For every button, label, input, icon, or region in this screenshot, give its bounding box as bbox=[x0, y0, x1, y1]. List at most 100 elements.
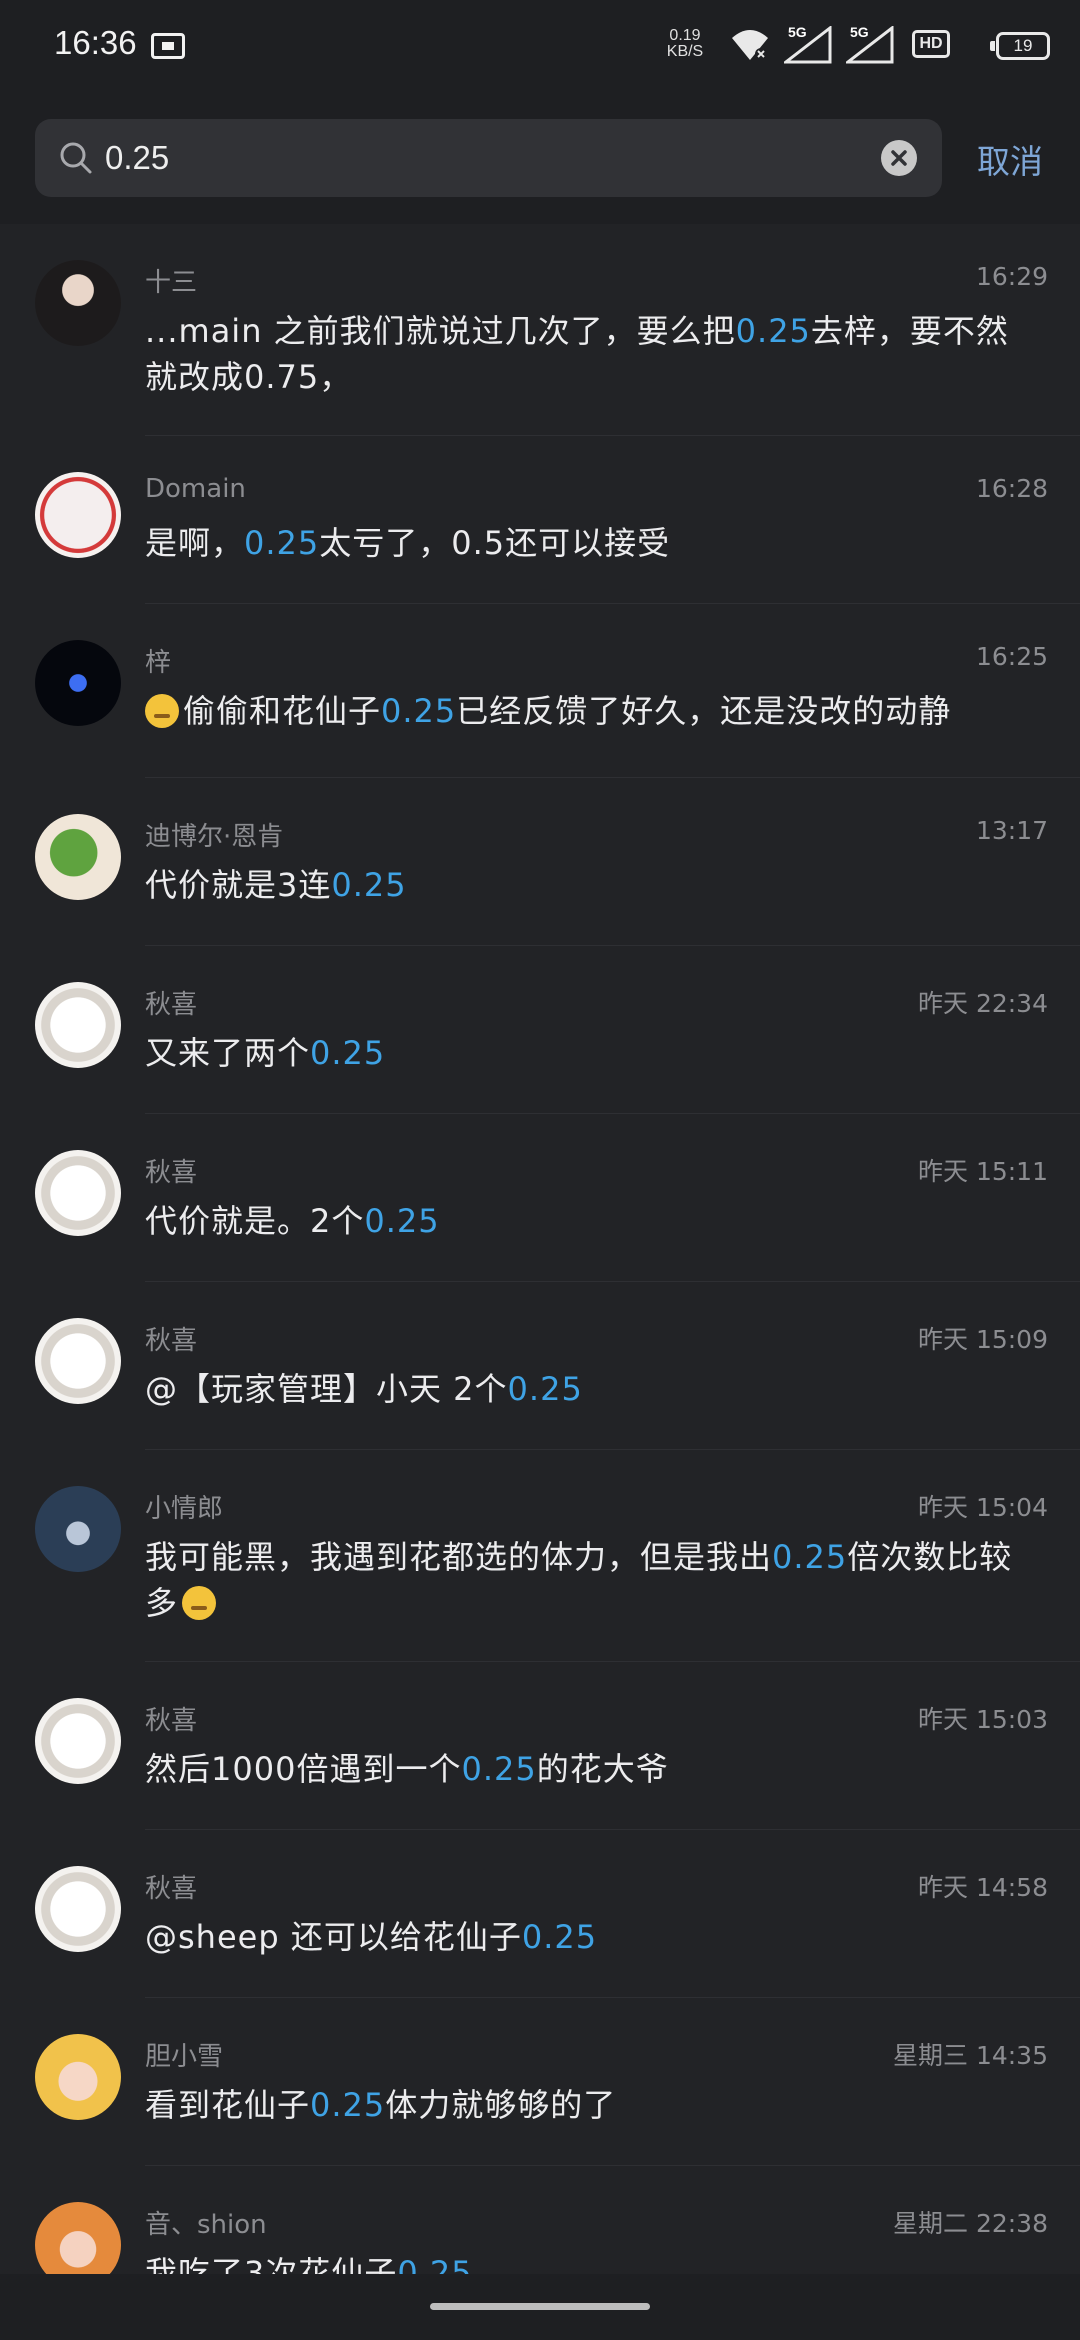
search-input[interactable] bbox=[105, 119, 885, 197]
message-text-before: 代价就是3连 bbox=[145, 866, 332, 904]
girl-avatar[interactable] bbox=[35, 260, 121, 346]
search-highlight: 0.25 bbox=[772, 1538, 848, 1576]
message-text-after: 太亏了，0.5还可以接受 bbox=[319, 524, 671, 562]
message-text: 代价就是3连0.25 bbox=[145, 862, 1040, 908]
search-highlight: 0.25 bbox=[331, 866, 407, 904]
sheep-avatar[interactable] bbox=[35, 1150, 121, 1236]
result-item[interactable]: 秋喜 昨天 15:11 代价就是。2个0.25 bbox=[0, 1114, 1080, 1282]
sender-name: 秋喜 bbox=[145, 1874, 198, 1904]
message-text: 然后1000倍遇到一个0.25的花大爷 bbox=[145, 1746, 1040, 1792]
search-highlight: 0.25 bbox=[310, 1034, 386, 1072]
sender-name: 音、shion bbox=[145, 2210, 267, 2240]
sender-name: 胆小雪 bbox=[145, 2042, 224, 2072]
message-text: @sheep 还可以给花仙子0.25 bbox=[145, 1914, 1040, 1960]
message-text-before: 偷偷和花仙子 bbox=[183, 692, 382, 730]
search-highlight: 0.25 bbox=[461, 1750, 537, 1788]
motorcycle-avatar[interactable] bbox=[35, 1486, 121, 1572]
search-icon bbox=[60, 142, 92, 174]
message-time: 16:29 bbox=[975, 262, 1048, 291]
message-text: 代价就是。2个0.25 bbox=[145, 1198, 1040, 1244]
sender-name: 迪博尔·恩肯 bbox=[145, 822, 284, 852]
sheep-avatar[interactable] bbox=[35, 982, 121, 1068]
search-highlight: 0.25 bbox=[244, 524, 320, 562]
notification-icon bbox=[151, 33, 185, 59]
message-text-before: 看到花仙子 bbox=[145, 2086, 311, 2124]
signal-2-label: 5G bbox=[850, 24, 869, 40]
message-text-after: 已经反馈了好久，还是没改的动静 bbox=[456, 692, 952, 730]
result-item[interactable]: 秋喜 昨天 22:34 又来了两个0.25 bbox=[0, 946, 1080, 1114]
status-icons: 0.19 KB/S 5G 5G HD 19 bbox=[550, 20, 1050, 70]
planet-avatar[interactable] bbox=[35, 640, 121, 726]
search-highlight: 0.25 bbox=[381, 692, 457, 730]
sender-name: 秋喜 bbox=[145, 1158, 198, 1188]
sender-name: 秋喜 bbox=[145, 990, 198, 1020]
signal-icon-2: 5G bbox=[846, 24, 894, 64]
result-item[interactable]: Domain 16:28 是啊，0.25太亏了，0.5还可以接受 bbox=[0, 436, 1080, 604]
sender-name: 小情郎 bbox=[145, 1494, 224, 1524]
sender-name: 十三 bbox=[145, 268, 198, 298]
message-time: 星期二 22:38 bbox=[893, 2209, 1048, 2238]
hd-icon: HD bbox=[912, 30, 950, 58]
message-time: 昨天 22:34 bbox=[918, 989, 1048, 1018]
clear-icon[interactable] bbox=[881, 140, 917, 176]
net-speed: 0.19 KB/S bbox=[655, 28, 715, 60]
message-time: 16:28 bbox=[975, 474, 1048, 503]
status-bar: 16:36 0.19 KB/S 5G 5G HD 19 bbox=[0, 0, 1080, 96]
result-item[interactable]: 秋喜 昨天 14:58 @sheep 还可以给花仙子0.25 bbox=[0, 1830, 1080, 1998]
result-item[interactable]: 十三 16:29 ...main 之前我们就说过几次了，要么把0.25去梓，要不然就… bbox=[0, 224, 1080, 436]
net-speed-value: 0.19 bbox=[669, 27, 701, 44]
message-time: 昨天 15:11 bbox=[918, 1157, 1048, 1186]
wifi-icon bbox=[732, 30, 768, 60]
cancel-button[interactable]: 取消 bbox=[977, 135, 1043, 183]
result-item[interactable]: 胆小雪 星期三 14:35 看到花仙子0.25体力就够够的了 bbox=[0, 1998, 1080, 2166]
search-highlight: 0.25 bbox=[310, 2086, 386, 2124]
search-bar: 取消 bbox=[0, 96, 1080, 224]
search-highlight: 0.25 bbox=[507, 1370, 583, 1408]
message-text: 是啊，0.25太亏了，0.5还可以接受 bbox=[145, 520, 1040, 566]
sheep-avatar[interactable] bbox=[35, 1866, 121, 1952]
message-text-before: @【玩家管理】小天 2个 bbox=[145, 1370, 508, 1408]
message-text-before: 是啊， bbox=[145, 524, 245, 562]
result-item[interactable]: 梓 16:25 偷偷和花仙子0.25已经反馈了好久，还是没改的动静 bbox=[0, 604, 1080, 778]
white-hair-avatar[interactable] bbox=[35, 472, 121, 558]
message-text-before: 我可能黑，我遇到花都选的体力，但是我出 bbox=[145, 1538, 773, 1576]
message-text-after: 体力就够够的了 bbox=[385, 2086, 617, 2124]
cry-emoji bbox=[182, 1586, 217, 1620]
message-time: 星期三 14:35 bbox=[893, 2041, 1048, 2070]
message-text-before: ...main 之前我们就说过几次了，要么把 bbox=[145, 312, 736, 350]
message-time: 昨天 15:09 bbox=[918, 1325, 1048, 1354]
search-results-list: 十三 16:29 ...main 之前我们就说过几次了，要么把0.25去梓，要不然就… bbox=[0, 224, 1080, 2334]
sender-name: 秋喜 bbox=[145, 1326, 198, 1356]
net-speed-unit: KB/S bbox=[666, 43, 704, 60]
status-time: 16:36 bbox=[54, 24, 137, 61]
message-text-before: 代价就是。2个 bbox=[145, 1202, 365, 1240]
result-item[interactable]: 小情郎 昨天 15:04 我可能黑，我遇到花都选的体力，但是我出0.25倍次数比较多 bbox=[0, 1450, 1080, 1662]
search-box[interactable] bbox=[35, 119, 942, 197]
message-text-before: 然后1000倍遇到一个 bbox=[145, 1750, 462, 1788]
message-time: 13:17 bbox=[975, 816, 1048, 845]
battery-icon: 19 bbox=[990, 32, 1050, 60]
message-time: 昨天 14:58 bbox=[918, 1873, 1048, 1902]
signal-1-label: 5G bbox=[788, 24, 807, 40]
sheep-avatar[interactable] bbox=[35, 1698, 121, 1784]
home-indicator[interactable] bbox=[430, 2303, 650, 2310]
dinosaur-avatar[interactable] bbox=[35, 814, 121, 900]
signal-icon-1: 5G bbox=[784, 24, 832, 64]
result-item[interactable]: 秋喜 昨天 15:09 @【玩家管理】小天 2个0.25 bbox=[0, 1282, 1080, 1450]
result-item[interactable]: 秋喜 昨天 15:03 然后1000倍遇到一个0.25的花大爷 bbox=[0, 1662, 1080, 1830]
sender-name: 秋喜 bbox=[145, 1706, 198, 1736]
message-text-before: 又来了两个 bbox=[145, 1034, 311, 1072]
message-text-before: @sheep 还可以给花仙子 bbox=[145, 1918, 522, 1956]
result-item[interactable]: 迪博尔·恩肯 13:17 代价就是3连0.25 bbox=[0, 778, 1080, 946]
message-text-after: 的花大爷 bbox=[536, 1750, 669, 1788]
message-text: ...main 之前我们就说过几次了，要么把0.25去梓，要不然就改成0.75， bbox=[145, 308, 1040, 400]
sender-name: 梓 bbox=[145, 648, 172, 678]
message-text: 偷偷和花仙子0.25已经反馈了好久，还是没改的动静 bbox=[145, 688, 1040, 734]
message-text: 看到花仙子0.25体力就够够的了 bbox=[145, 2082, 1040, 2128]
sheep-avatar[interactable] bbox=[35, 1318, 121, 1404]
sender-name: Domain bbox=[145, 474, 246, 504]
message-time: 昨天 15:03 bbox=[918, 1705, 1048, 1734]
anime-girl-avatar[interactable] bbox=[35, 2034, 121, 2120]
message-text: @【玩家管理】小天 2个0.25 bbox=[145, 1366, 1040, 1412]
search-highlight: 0.25 bbox=[364, 1202, 440, 1240]
